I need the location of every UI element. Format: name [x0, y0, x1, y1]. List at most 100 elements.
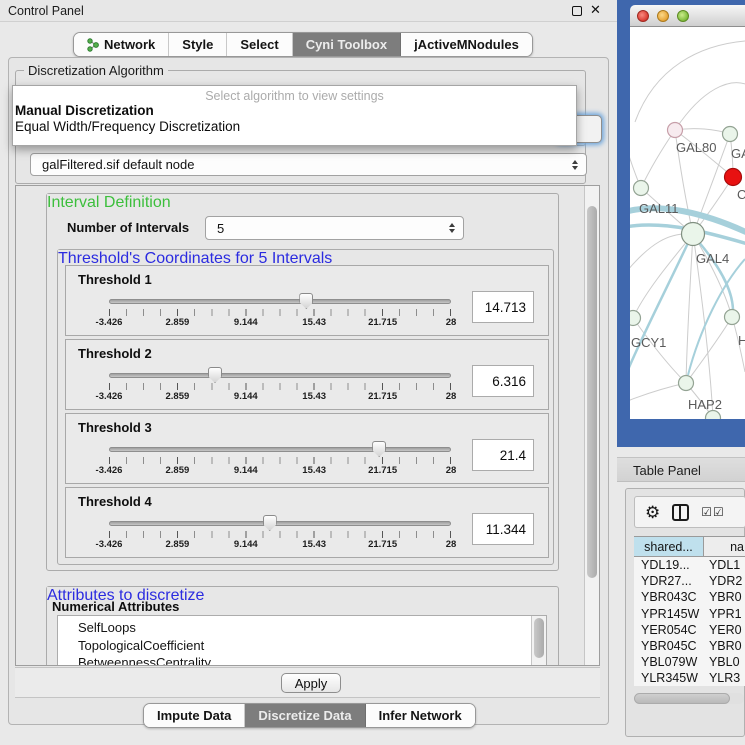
tab-discretize-data[interactable]: Discretize Data [245, 704, 365, 727]
svg-text:GAL11: GAL11 [639, 201, 679, 216]
svg-text:GA: GA [731, 146, 745, 161]
numerical-attributes-list[interactable]: SelfLoops TopologicalCoefficient Between… [57, 615, 547, 666]
control-panel-titlebar: Control Panel ✕ [0, 0, 617, 22]
close-icon[interactable]: ✕ [590, 2, 601, 18]
threshold-2-slider[interactable]: -3.426 2.859 9.144 15.43 21.715 28 [109, 370, 451, 408]
list-item[interactable]: SelfLoops [58, 616, 546, 637]
node-partial-right [725, 310, 740, 325]
node-partial-top [723, 127, 738, 142]
gear-icon[interactable]: ⚙ [645, 504, 660, 521]
number-of-intervals-value: 5 [206, 221, 224, 236]
table-row[interactable]: YPR145WYPR1 [634, 606, 745, 622]
table-data-value: galFiltered.sif default node [31, 157, 194, 172]
threshold-2-panel: Threshold 2 -3.426 2.859 9.144 15.43 21.… [65, 339, 549, 410]
cyni-toolbox-panel: Discretization Algorithm Table Data galF… [8, 57, 609, 725]
table-row[interactable]: YER054CYER0 [634, 622, 745, 638]
column-header-shared-name[interactable]: shared... [634, 537, 704, 556]
slider-track[interactable] [109, 447, 451, 452]
svg-text:GCY1: GCY1 [631, 335, 666, 350]
minimize-traffic-light-icon[interactable] [657, 10, 669, 22]
table-row[interactable]: YBL079WYBL0 [634, 654, 745, 670]
threshold-1-value[interactable]: 14.713 [472, 291, 534, 323]
slider-ticks [109, 457, 451, 464]
slider-thumb[interactable] [372, 441, 386, 457]
slider-thumb[interactable] [299, 293, 313, 309]
close-traffic-light-icon[interactable] [637, 10, 649, 22]
settings-scrollpane: Interval Definition Number of Intervals … [15, 185, 600, 666]
table-panel: ⚙ ☑☑ shared... na YDL19...YDL1 YDR27...Y… [625, 488, 745, 737]
tab-network-label: Network [104, 37, 155, 52]
apply-button[interactable]: Apply [281, 673, 341, 693]
list-scrollbar[interactable] [531, 616, 546, 666]
table-row[interactable]: YBR045CYBR0 [634, 638, 745, 654]
slider-tick-labels: -3.426 2.859 9.144 15.43 21.715 28 [109, 465, 451, 477]
threshold-4-panel: Threshold 4 -3.426 2.859 9.144 15.43 21.… [65, 487, 549, 558]
slider-track[interactable] [109, 373, 451, 378]
network-window: GAL80 GA C GAL11 GAL4 GCY1 H HAP2 [630, 5, 745, 419]
threshold-4-slider[interactable]: -3.426 2.859 9.144 15.43 21.715 28 [109, 518, 451, 556]
threshold-3-label: Threshold 3 [78, 420, 152, 435]
slider-track[interactable] [109, 521, 451, 526]
table-panel-titlebar: Table Panel [617, 457, 745, 482]
node-hap2 [679, 376, 694, 391]
settings-scrollbar[interactable] [584, 186, 599, 665]
tab-impute-data[interactable]: Impute Data [144, 704, 245, 727]
network-window-titlebar [630, 5, 745, 27]
threshold-3-value[interactable]: 21.4 [472, 439, 534, 471]
table-horizontal-scrollbar[interactable] [634, 693, 744, 704]
tab-cyni-toolbox[interactable]: Cyni Toolbox [293, 33, 401, 56]
threshold-4-value[interactable]: 11.344 [472, 513, 534, 545]
popup-option-manual-discretization[interactable]: Manual Discretization [13, 103, 576, 119]
threshold-2-value[interactable]: 6.316 [472, 365, 534, 397]
table-row[interactable]: YBR043CYBR0 [634, 589, 745, 605]
table-row[interactable]: YDR27...YDR2 [634, 573, 745, 589]
slider-track[interactable] [109, 299, 451, 304]
slider-tick-labels: -3.426 2.859 9.144 15.43 21.715 28 [109, 317, 451, 329]
svg-text:H: H [738, 333, 745, 348]
slider-thumb[interactable] [208, 367, 222, 383]
tab-select[interactable]: Select [227, 33, 292, 56]
node-table: shared... na YDL19...YDL1 YDR27...YDR2 Y… [634, 536, 745, 686]
number-of-intervals-label: Number of Intervals [67, 220, 189, 235]
panel-title: Control Panel [8, 4, 84, 18]
table-panel-toolbar: ⚙ ☑☑ [634, 496, 745, 528]
threshold-1-label: Threshold 1 [78, 272, 152, 287]
algorithm-dropdown-popup: Select algorithm to view settings Manual… [12, 85, 577, 146]
slider-tick-labels: -3.426 2.859 9.144 15.43 21.715 28 [109, 539, 451, 551]
table-header-row: shared... na [634, 536, 745, 557]
network-icon [87, 38, 99, 52]
zoom-traffic-light-icon[interactable] [677, 10, 689, 22]
thresholds-group: Threshold's Coordinates for 5 Intervals … [57, 249, 554, 565]
threshold-1-slider[interactable]: -3.426 2.859 9.144 15.43 21.715 28 [109, 296, 451, 334]
network-canvas[interactable]: GAL80 GA C GAL11 GAL4 GCY1 H HAP2 [630, 27, 745, 419]
bottom-tab-strip: Impute Data Discretize Data Infer Networ… [143, 703, 476, 728]
list-item[interactable]: TopologicalCoefficient [58, 637, 546, 655]
slider-ticks [109, 531, 451, 538]
column-header-name[interactable]: na [704, 537, 745, 556]
table-row[interactable]: YLR345WYLR3 [634, 670, 745, 686]
tab-jactivemnodules[interactable]: jActiveMNodules [401, 33, 532, 56]
apply-bar: Apply [15, 667, 600, 698]
table-data-combo[interactable]: galFiltered.sif default node [30, 153, 587, 176]
combo-spinner-icon [572, 160, 578, 170]
columns-icon[interactable] [672, 504, 689, 521]
slider-thumb[interactable] [263, 515, 277, 531]
float-window-icon[interactable] [572, 6, 582, 16]
tab-infer-network[interactable]: Infer Network [366, 704, 475, 727]
table-panel-title: Table Panel [633, 463, 701, 478]
svg-text:GAL4: GAL4 [696, 251, 729, 266]
table-row[interactable]: YDL19...YDL1 [634, 557, 745, 573]
network-view-frame: GAL80 GA C GAL11 GAL4 GCY1 H HAP2 [617, 0, 745, 447]
tab-network[interactable]: Network [74, 33, 169, 56]
tab-style[interactable]: Style [169, 33, 227, 56]
slider-ticks [109, 309, 451, 316]
number-of-intervals-combo[interactable]: 5 [205, 216, 464, 240]
threshold-3-slider[interactable]: -3.426 2.859 9.144 15.43 21.715 28 [109, 444, 451, 482]
popup-option-equal-width-frequency[interactable]: Equal Width/Frequency Discretization [13, 119, 576, 135]
svg-text:C: C [737, 187, 745, 202]
checkbox-icons[interactable]: ☑☑ [701, 505, 725, 519]
algorithm-hint: Select algorithm to view settings [13, 89, 576, 103]
list-item[interactable]: BetweennessCentrality [58, 654, 546, 666]
node-gal80 [668, 123, 683, 138]
numerical-attributes-label: Numerical Attributes [52, 599, 179, 614]
